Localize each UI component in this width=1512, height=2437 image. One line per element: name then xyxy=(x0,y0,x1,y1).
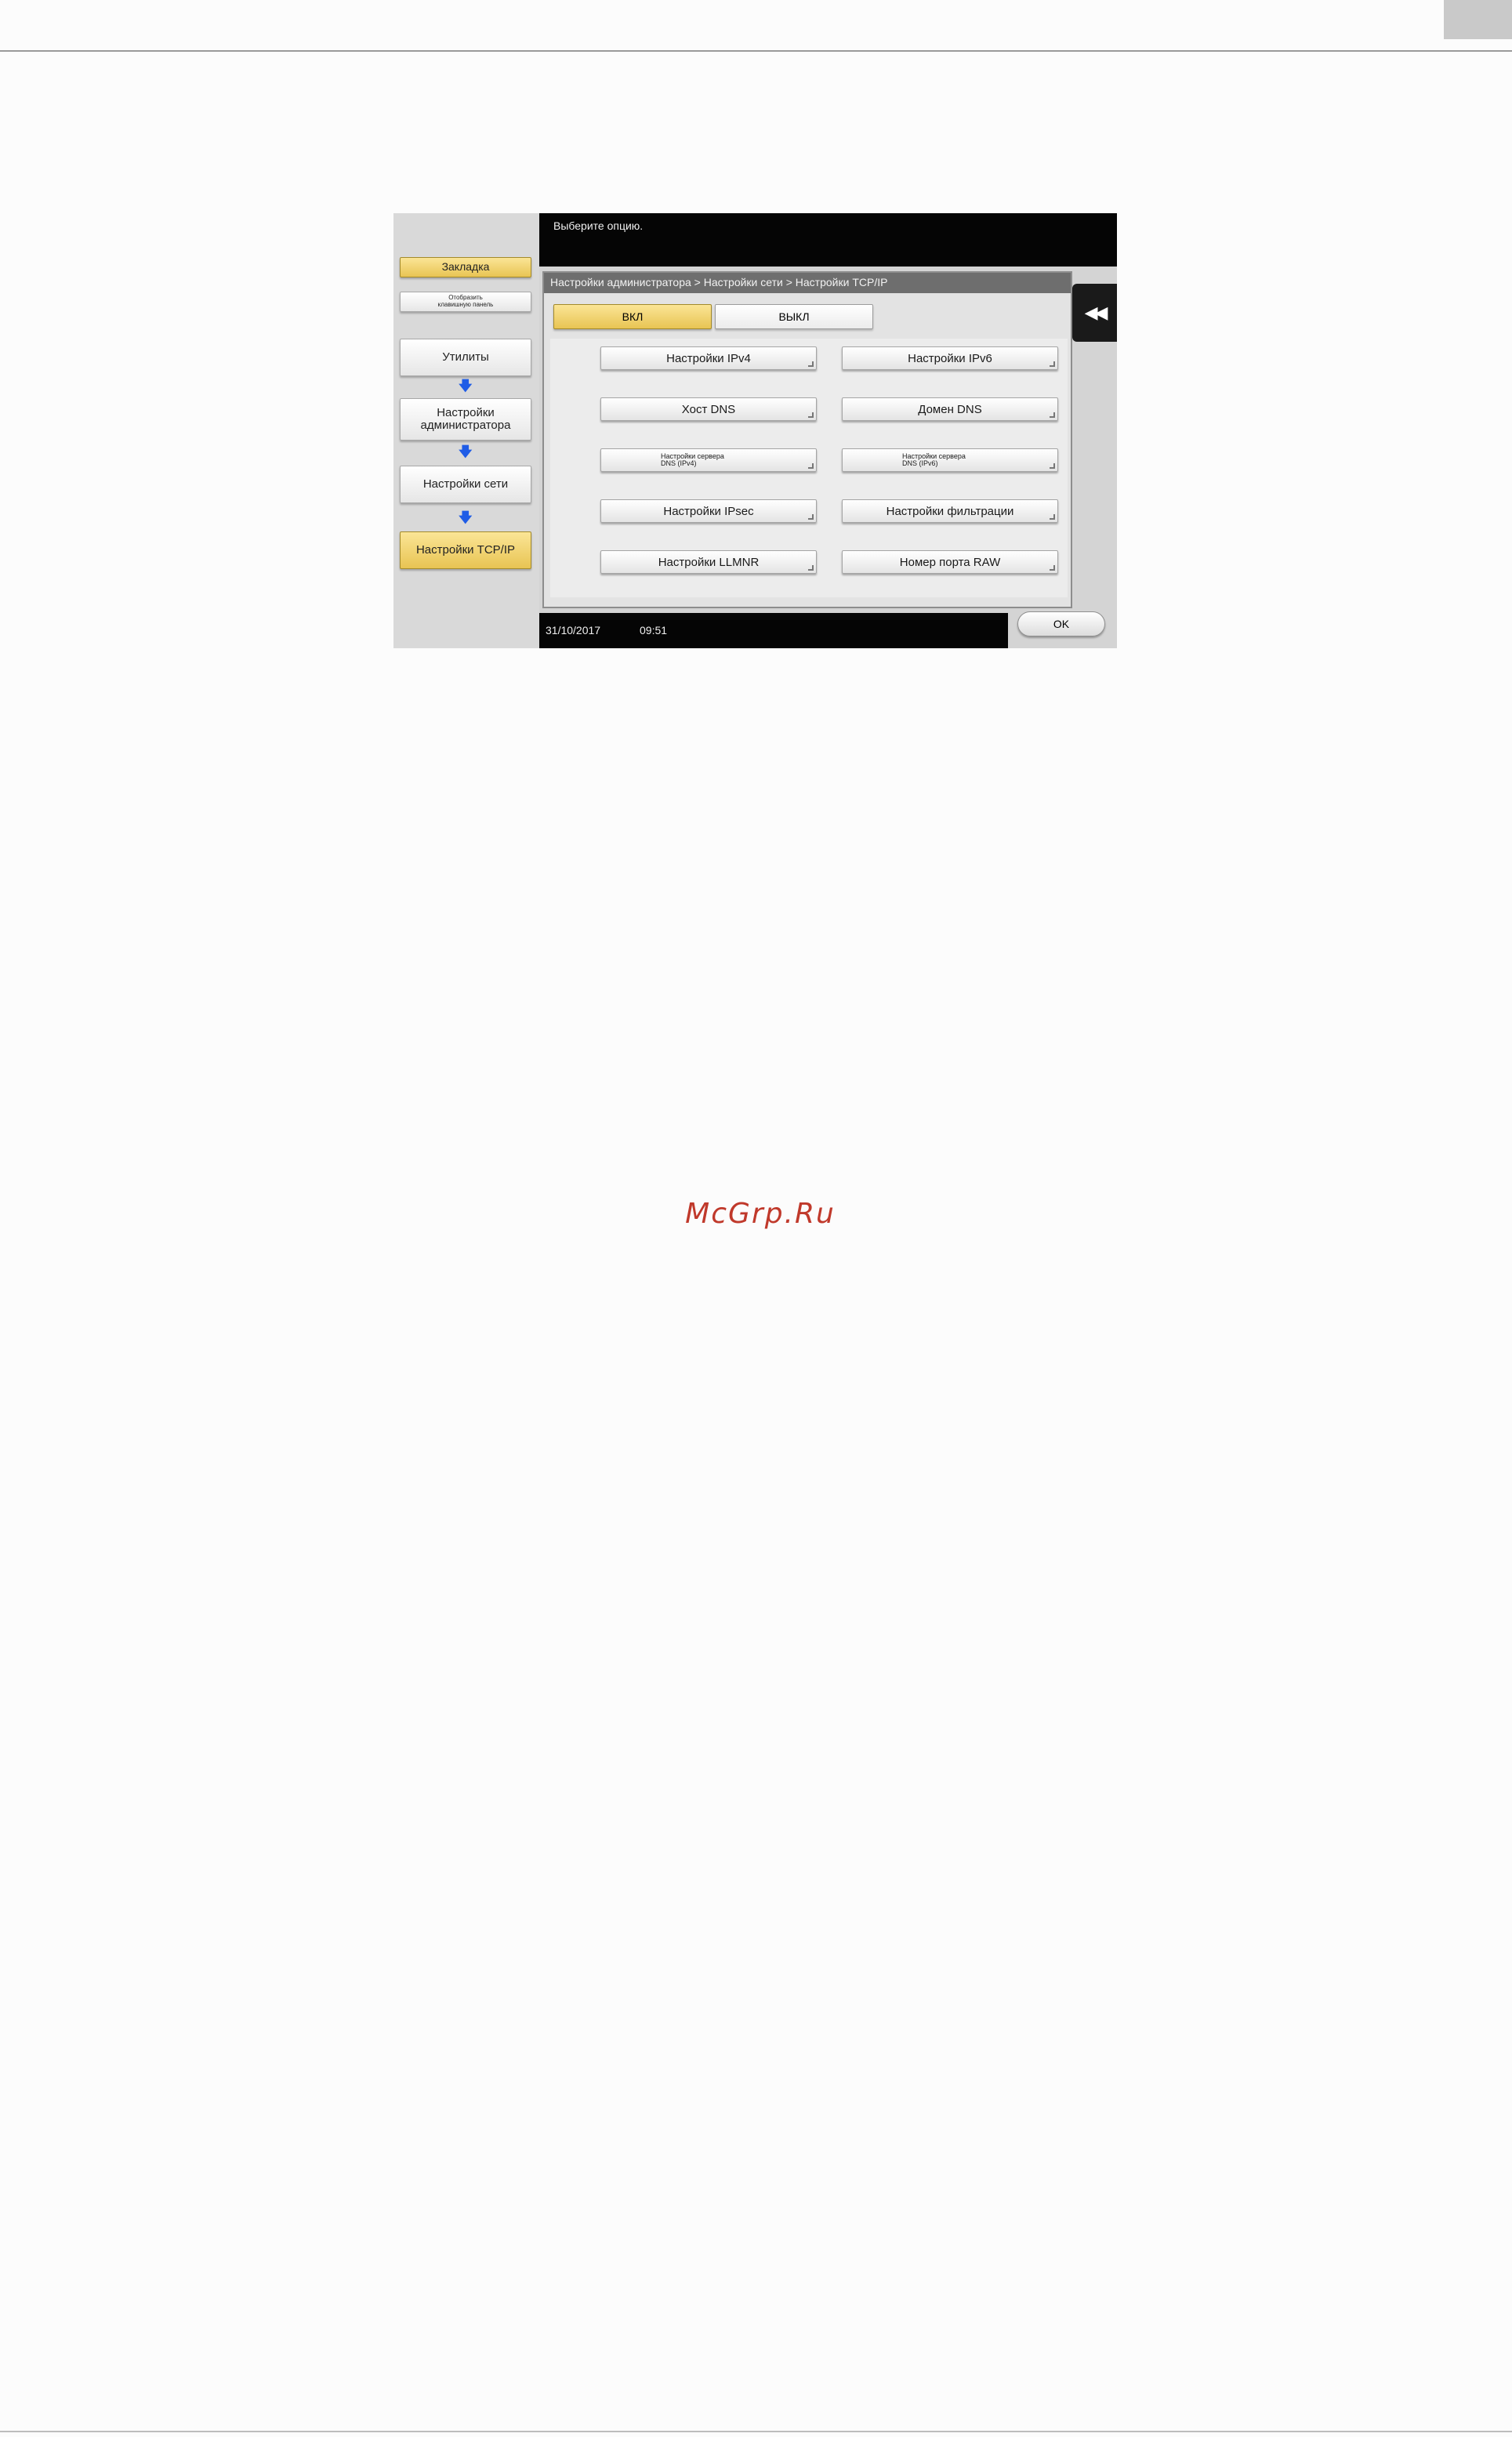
ok-button[interactable]: OK xyxy=(1017,611,1105,636)
raw-port-button[interactable]: Номер порта RAW xyxy=(842,550,1058,574)
sidebar-item-tcpip-settings[interactable]: Настройки TCP/IP xyxy=(400,531,531,569)
double-left-arrow-icon: ◀◀ xyxy=(1084,303,1108,322)
corner-mark-icon xyxy=(1050,361,1055,367)
corner-mark-icon xyxy=(1050,463,1055,469)
prompt-message: Выберите опцию. xyxy=(553,219,644,232)
dns-host-label: Хост DNS xyxy=(681,402,736,416)
message-bar: Выберите опцию. xyxy=(539,213,1117,267)
back-button[interactable]: ◀◀ xyxy=(1072,284,1117,342)
dns-server-ipv6-button[interactable]: Настройки сервера DNS (IPv6) xyxy=(842,448,1058,472)
breadcrumb: Настройки администратора > Настройки сет… xyxy=(544,273,1071,293)
ipsec-settings-button[interactable]: Настройки IPsec xyxy=(600,499,817,523)
sidebar-item-network-settings[interactable]: Настройки сети xyxy=(400,466,531,503)
main-area: Выберите опцию. Настройки администратора… xyxy=(539,213,1117,648)
tcpip-panel: Настройки администратора > Настройки сет… xyxy=(542,271,1072,608)
status-date: 31/10/2017 xyxy=(546,624,601,636)
page-corner-tab xyxy=(1444,0,1512,39)
off-toggle-button[interactable]: ВЫКЛ xyxy=(715,304,873,329)
dns-domain-button[interactable]: Домен DNS xyxy=(842,397,1058,421)
ipv6-settings-button[interactable]: Настройки IPv6 xyxy=(842,346,1058,370)
device-screen: Закладка Отобразить клавишную панель Ути… xyxy=(393,213,1117,648)
admin-settings-line2: администратора xyxy=(420,419,511,432)
header-rule xyxy=(0,50,1512,52)
admin-settings-line1: Настройки xyxy=(437,405,495,419)
dns-server-ipv4-line2: DNS (IPv4) xyxy=(661,459,697,467)
filtering-settings-button[interactable]: Настройки фильтрации xyxy=(842,499,1058,523)
down-arrow-icon: 🡇 xyxy=(459,379,473,393)
display-keypad-button[interactable]: Отобразить клавишную панель xyxy=(400,292,531,312)
status-bar: 31/10/2017 09:51 xyxy=(539,613,1008,648)
corner-mark-icon xyxy=(1050,412,1055,418)
bookmark-button[interactable]: Закладка xyxy=(400,257,531,277)
sidebar-item-admin-settings[interactable]: Настройки администратора xyxy=(400,398,531,441)
corner-mark-icon xyxy=(1050,565,1055,571)
dns-host-button[interactable]: Хост DNS xyxy=(600,397,817,421)
down-arrow-icon: 🡇 xyxy=(459,510,473,525)
on-toggle-button[interactable]: ВКЛ xyxy=(553,304,712,329)
corner-mark-icon xyxy=(808,565,814,571)
corner-mark-icon xyxy=(808,514,814,520)
llmnr-settings-label: Настройки LLMNR xyxy=(658,555,760,569)
dns-domain-label: Домен DNS xyxy=(918,402,982,416)
raw-port-label: Номер порта RAW xyxy=(899,555,1001,569)
ipv6-settings-label: Настройки IPv6 xyxy=(908,351,992,365)
down-arrow-icon: 🡇 xyxy=(459,444,473,459)
dns-server-ipv4-button[interactable]: Настройки сервера DNS (IPv4) xyxy=(600,448,817,472)
corner-mark-icon xyxy=(808,412,814,418)
sidebar: Закладка Отобразить клавишную панель Ути… xyxy=(393,213,539,648)
options-grid: Настройки IPv4 Настройки IPv6 Хост DNS Д… xyxy=(550,339,1068,597)
status-time: 09:51 xyxy=(640,624,668,636)
filtering-settings-label: Настройки фильтрации xyxy=(886,504,1014,518)
corner-mark-icon xyxy=(808,361,814,367)
corner-mark-icon xyxy=(808,463,814,469)
ipv4-settings-button[interactable]: Настройки IPv4 xyxy=(600,346,817,370)
display-keypad-line2: клавишную панель xyxy=(437,301,494,308)
ipsec-settings-label: Настройки IPsec xyxy=(663,504,754,518)
footer-rule xyxy=(0,2431,1512,2432)
dns-server-ipv6-line2: DNS (IPv6) xyxy=(902,459,938,467)
corner-mark-icon xyxy=(1050,514,1055,520)
sidebar-item-utilities[interactable]: Утилиты xyxy=(400,339,531,376)
ipv4-settings-label: Настройки IPv4 xyxy=(666,351,751,365)
llmnr-settings-button[interactable]: Настройки LLMNR xyxy=(600,550,817,574)
watermark-text: McGrp.Ru xyxy=(685,1198,836,1230)
